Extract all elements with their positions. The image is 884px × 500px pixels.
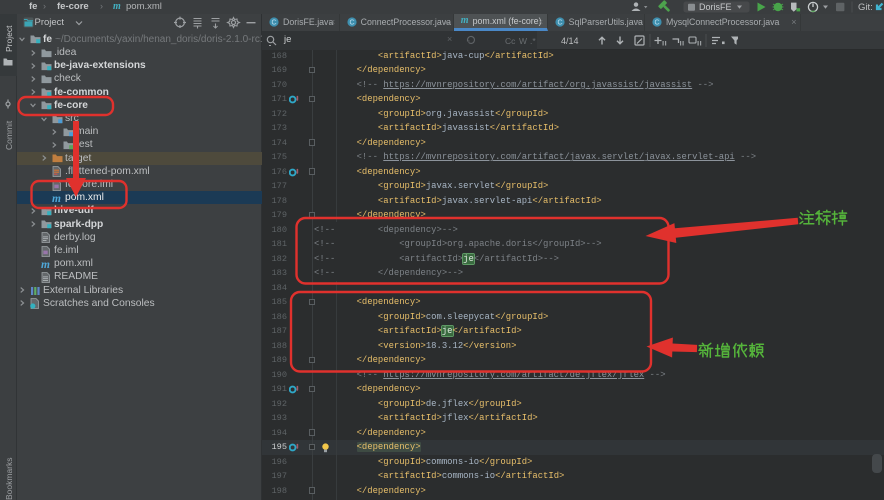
svg-text:C: C xyxy=(271,20,276,27)
svg-text:C: C xyxy=(654,20,659,27)
svg-text:Git:: Git: xyxy=(858,2,873,13)
svg-text:4/14: 4/14 xyxy=(561,36,579,46)
svg-text:C: C xyxy=(349,20,354,27)
svg-text:Cc: Cc xyxy=(505,36,516,46)
svg-text:W: W xyxy=(519,36,527,46)
svg-text:DorisFE: DorisFE xyxy=(699,2,732,12)
svg-text:.*: .* xyxy=(530,36,536,46)
svg-text:C: C xyxy=(557,20,562,27)
